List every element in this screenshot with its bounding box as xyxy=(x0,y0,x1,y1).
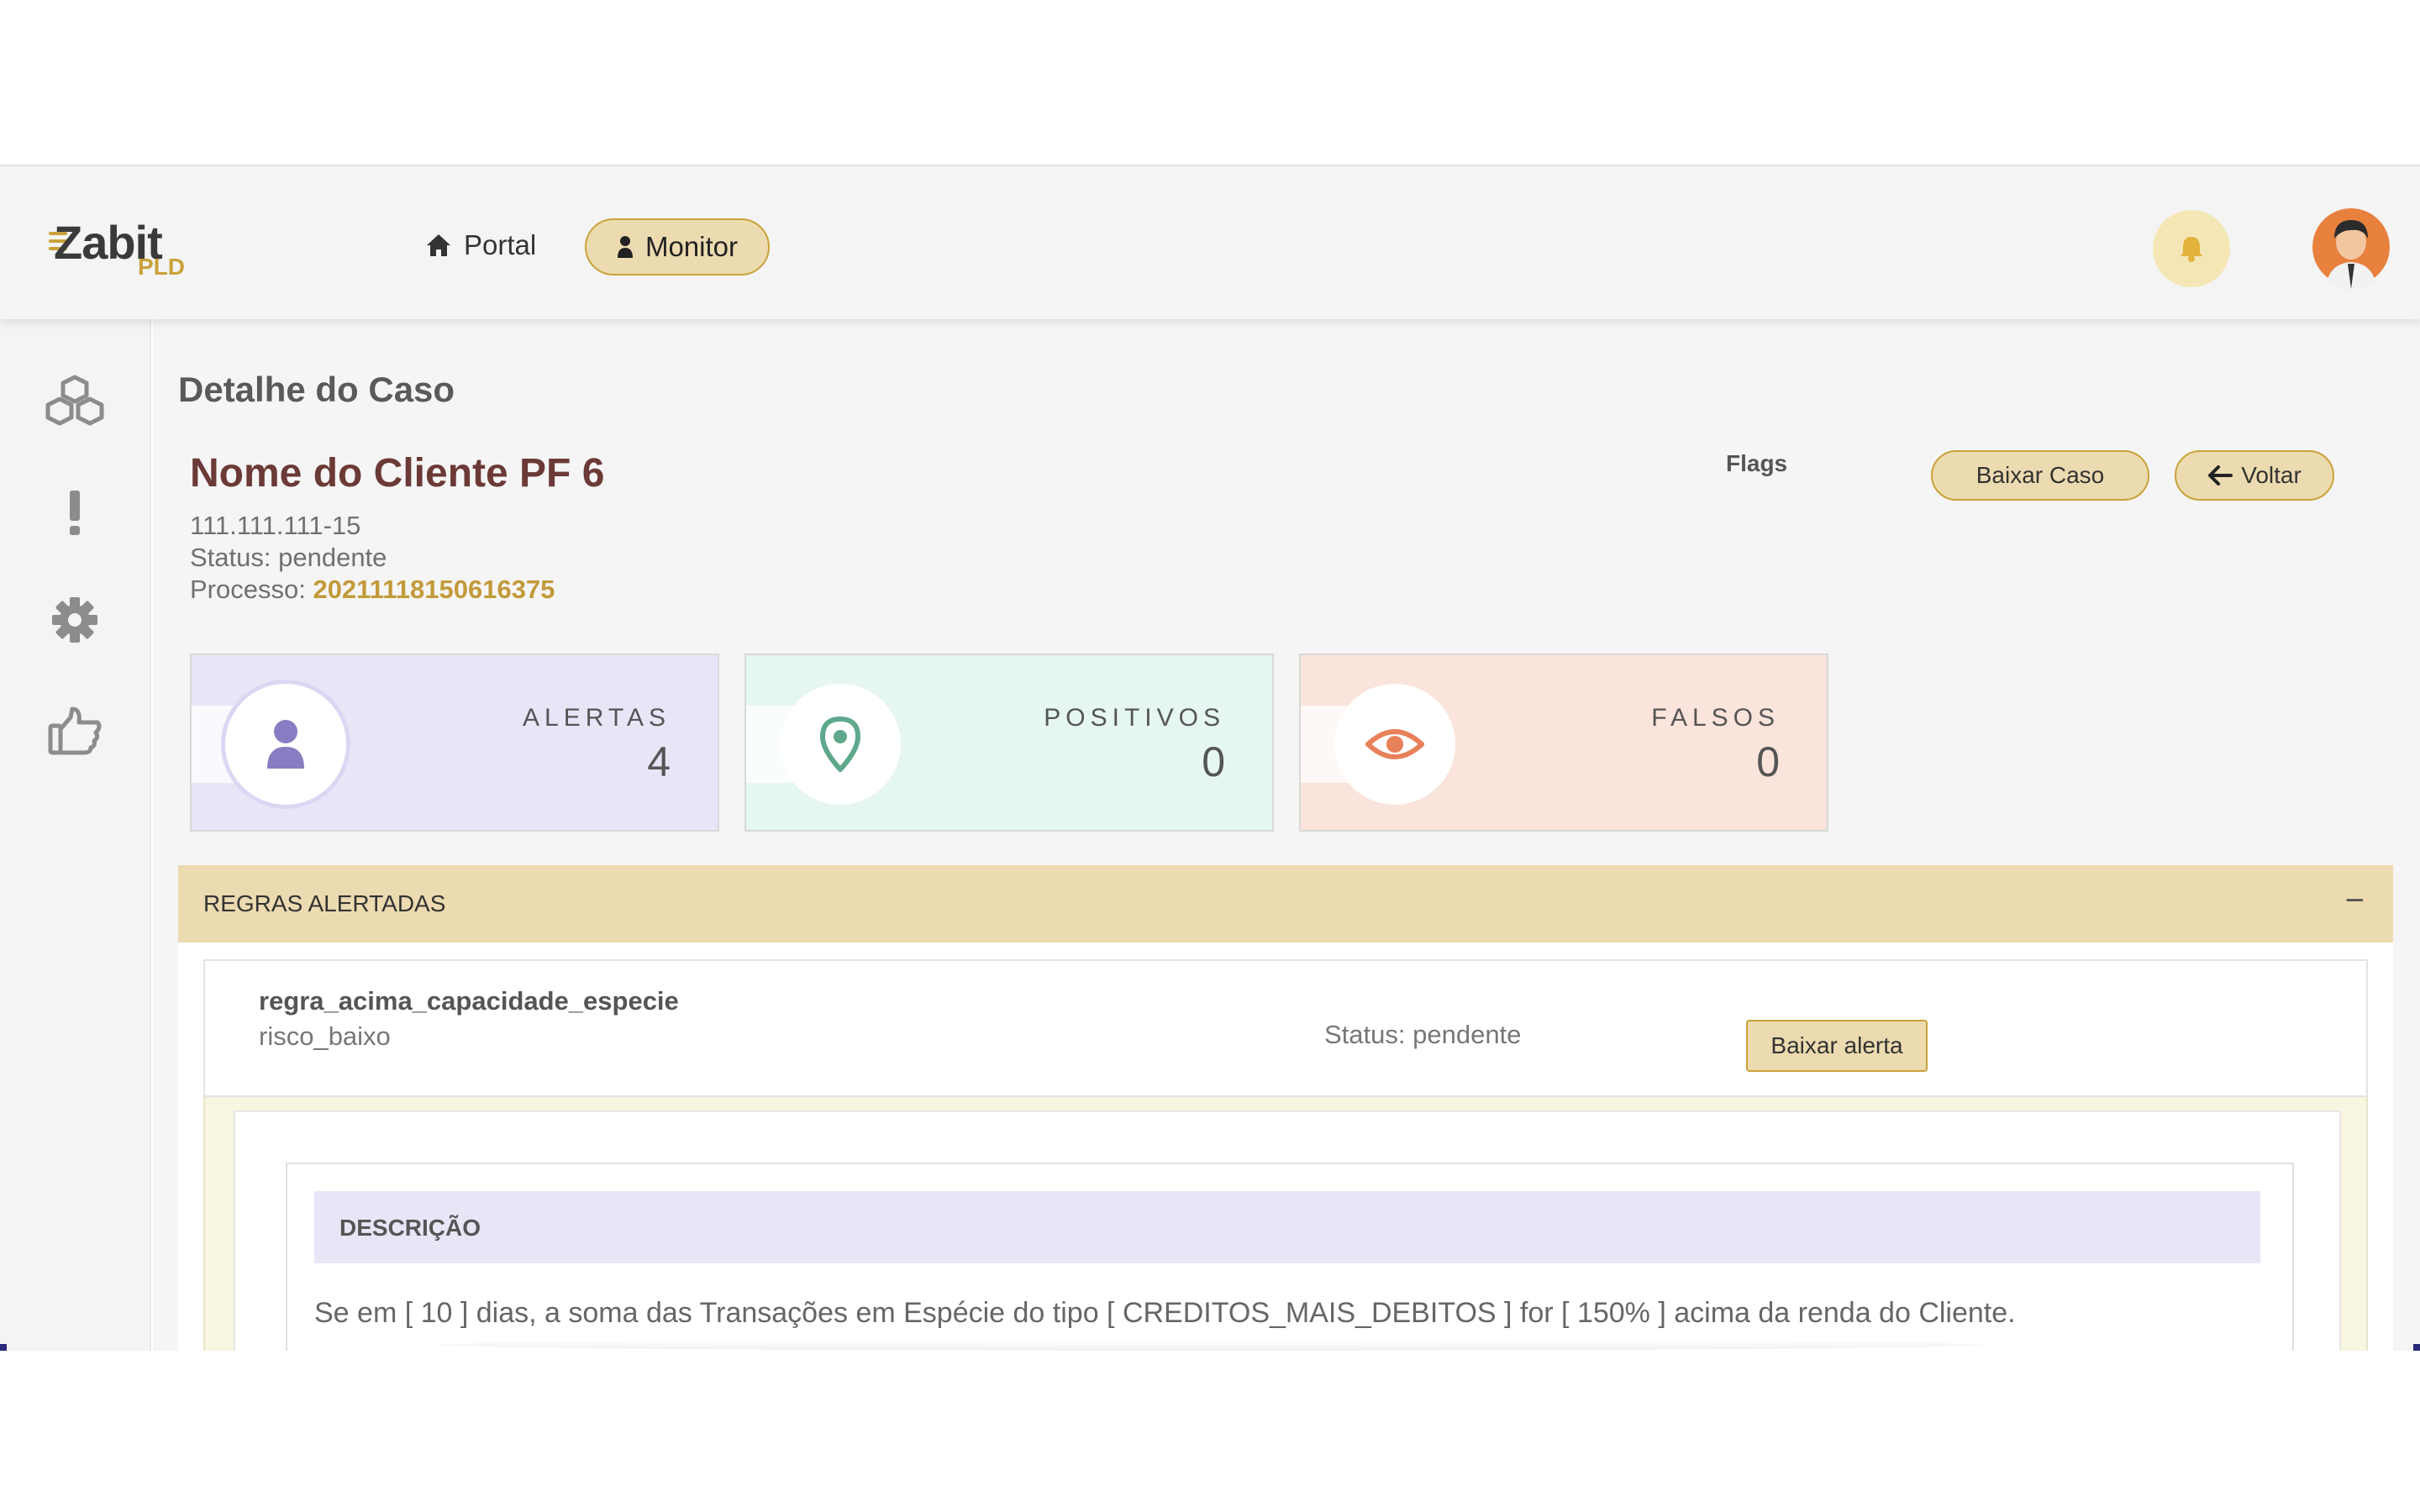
rule-status: Status: pendente xyxy=(1324,1020,1522,1049)
rule-risk: risco_baixo xyxy=(259,1021,391,1051)
user-icon xyxy=(267,720,304,769)
sidebar-item-settings[interactable] xyxy=(37,586,113,654)
client-document: 111.111.111-15 xyxy=(190,511,361,540)
stat-card-alertas[interactable]: ALERTAS 4 xyxy=(190,654,719,832)
stat-value-positivos: 0 xyxy=(1202,738,1225,785)
avatar[interactable] xyxy=(2312,205,2390,289)
description-header: DESCRIÇÃO xyxy=(314,1191,2260,1263)
download-alert-button[interactable]: Baixar alerta xyxy=(1746,1020,1928,1072)
description-title: DESCRIÇÃO xyxy=(339,1215,481,1241)
header-bar: Zabit PLD Portal Monitor xyxy=(0,166,2420,319)
corner-mark-right xyxy=(2413,1344,2420,1351)
stat-value-falsos: 0 xyxy=(1756,738,1780,785)
scroll-fade xyxy=(437,1339,1983,1351)
rule-detail: DESCRIÇÃO Se em [ 10 ] dias, a soma das … xyxy=(203,1097,2368,1351)
nav-monitor-label: Monitor xyxy=(644,231,739,262)
flags-label: Flags xyxy=(1726,450,1788,476)
exclamation-icon xyxy=(70,491,80,535)
collapse-toggle[interactable]: − xyxy=(2345,882,2365,920)
nav-monitor[interactable]: Monitor xyxy=(585,218,770,276)
stat-label-alertas: ALERTAS xyxy=(523,704,671,732)
thumbs-up-icon xyxy=(48,706,102,755)
description-box: DESCRIÇÃO Se em [ 10 ] dias, a soma das … xyxy=(286,1163,2294,1351)
nav-portal[interactable]: Portal xyxy=(425,218,536,272)
logo[interactable]: Zabit PLD xyxy=(49,215,200,282)
rule-name: regra_acima_capacidade_especie xyxy=(259,986,679,1016)
rules-panel-header[interactable]: REGRAS ALERTADAS − xyxy=(178,865,2393,942)
process-value[interactable]: 20211118150616375 xyxy=(313,575,555,604)
description-text: Se em [ 10 ] dias, a soma das Transações… xyxy=(314,1297,2016,1329)
home-icon xyxy=(427,234,450,256)
user-avatar-icon xyxy=(2312,208,2390,289)
sidebar xyxy=(0,319,151,1351)
eye-icon xyxy=(1365,729,1424,759)
client-status: Status: pendente xyxy=(190,543,387,572)
rule-detail-inner: DESCRIÇÃO Se em [ 10 ] dias, a soma das … xyxy=(234,1110,2341,1351)
sidebar-item-approvals[interactable] xyxy=(37,697,113,764)
rule-item[interactable]: regra_acima_capacidade_especie risco_bai… xyxy=(203,959,2368,1097)
sidebar-item-cubes[interactable] xyxy=(37,366,113,433)
app-window: Zabit PLD Portal Monitor Detalhe do Caso… xyxy=(0,166,2420,1351)
back-button-label: Voltar xyxy=(2241,462,2302,488)
cubes-icon xyxy=(45,375,104,426)
stat-value-alertas: 4 xyxy=(647,738,671,785)
notification-button[interactable] xyxy=(2153,210,2230,287)
download-case-button[interactable]: Baixar Caso xyxy=(1931,450,2149,501)
sidebar-item-alerts[interactable] xyxy=(37,479,113,546)
stat-label-falsos: FALSOS xyxy=(1651,704,1780,732)
falsos-icon-circle xyxy=(1334,684,1455,805)
page-title: Detalhe do Caso xyxy=(178,370,455,409)
rules-panel: REGRAS ALERTADAS − regra_acima_capacidad… xyxy=(178,865,2393,1351)
process-label: Processo: xyxy=(190,575,313,604)
bell-icon xyxy=(2181,237,2202,262)
user-icon xyxy=(617,236,633,258)
stat-label-positivos: POSITIVOS xyxy=(1044,704,1225,732)
client-name: Nome do Cliente PF 6 xyxy=(190,451,605,496)
screen: Zabit PLD Portal Monitor Detalhe do Caso… xyxy=(0,0,2420,1512)
arrow-left-icon xyxy=(2208,465,2233,486)
rules-panel-title: REGRAS ALERTADAS xyxy=(203,890,446,916)
gear-icon xyxy=(52,597,97,643)
stat-card-falsos[interactable]: FALSOS 0 xyxy=(1299,654,1828,832)
map-pin-icon xyxy=(819,717,861,772)
main-content: Detalhe do Caso Nome do Cliente PF 6 111… xyxy=(153,319,2420,1351)
logo-sub-text: PLD xyxy=(138,254,185,280)
corner-mark-left xyxy=(0,1344,7,1351)
positivos-icon-circle xyxy=(780,684,901,805)
nav-portal-label: Portal xyxy=(464,229,537,260)
stat-card-positivos[interactable]: POSITIVOS 0 xyxy=(744,654,1274,832)
back-button[interactable]: Voltar xyxy=(2175,450,2334,501)
client-process: Processo: 20211118150616375 xyxy=(190,575,555,605)
alertas-icon-circle xyxy=(225,684,346,805)
